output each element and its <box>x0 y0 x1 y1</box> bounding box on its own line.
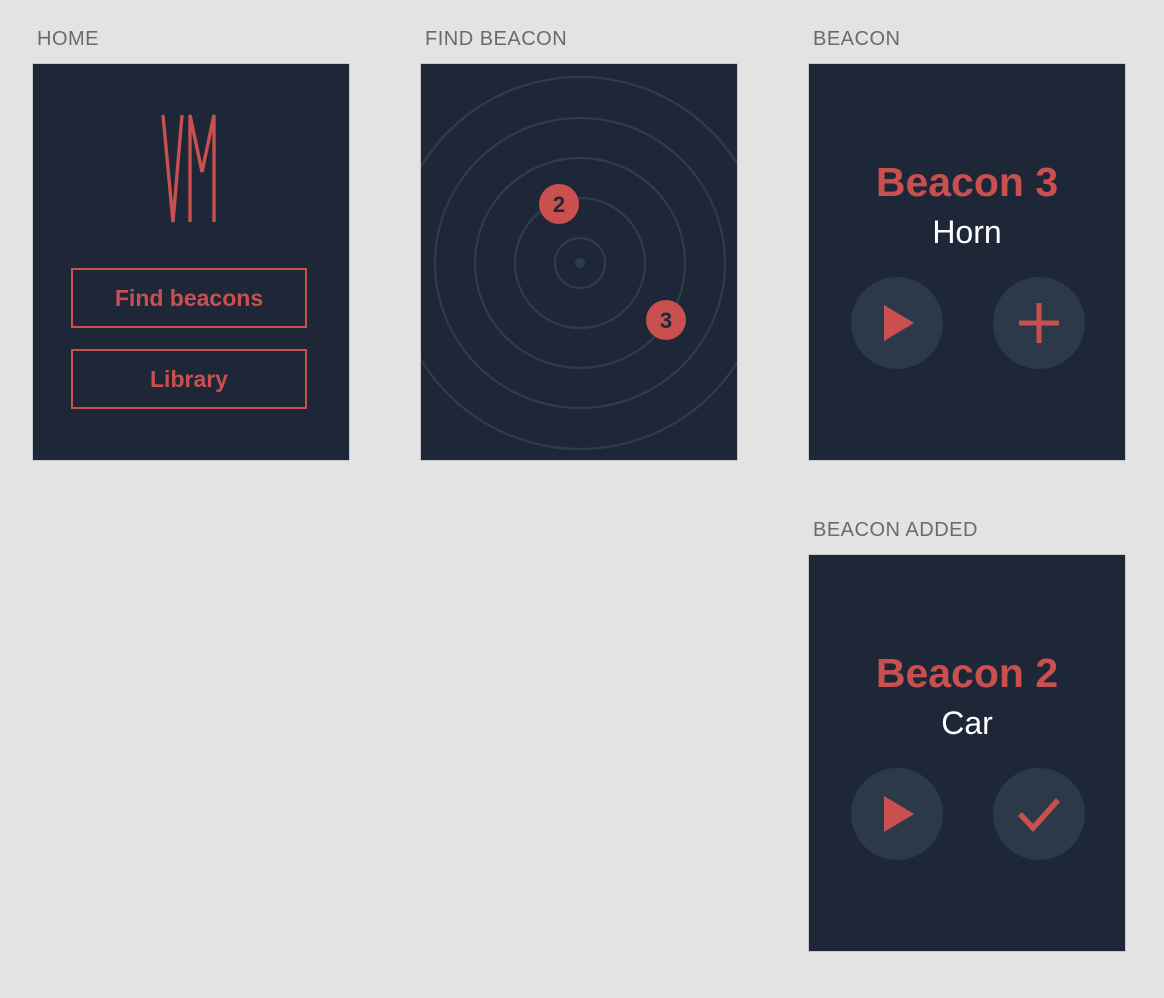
play-icon <box>884 305 914 341</box>
beacon-marker-3-number: 3 <box>660 308 672 333</box>
home-screen: Find beacons Library <box>32 63 350 461</box>
play-button[interactable] <box>851 768 943 860</box>
find-beacon-screen: 2 3 <box>420 63 738 461</box>
home-artboard-label: HOME <box>37 28 99 50</box>
add-beacon-button[interactable] <box>993 277 1085 369</box>
beacon-artboard-label: BEACON <box>813 28 901 50</box>
checkmark-icon <box>1017 798 1061 833</box>
beacon-added-title: Beacon 2 <box>875 650 1059 696</box>
beacon-added-subtitle: Car <box>941 705 993 741</box>
vm-logo <box>161 114 216 223</box>
beacon-added-artboard-label: BEACON ADDED <box>813 519 978 541</box>
play-button[interactable] <box>851 277 943 369</box>
beacon-marker-3[interactable]: 3 <box>646 300 686 340</box>
radar-view: 2 3 <box>421 75 737 451</box>
beacon-added-screen: Beacon 2 Car <box>808 554 1126 952</box>
find-beacons-button[interactable]: Find beacons <box>71 268 307 328</box>
beacon-screen: Beacon 3 Horn <box>808 63 1126 461</box>
beacon-subtitle: Horn <box>932 214 1002 250</box>
plus-icon <box>1019 303 1059 343</box>
radar-center-dot <box>575 258 585 268</box>
beacon-marker-2-number: 2 <box>553 192 565 217</box>
beacon-title: Beacon 3 <box>875 159 1059 205</box>
beacon-added-check-button[interactable] <box>993 768 1085 860</box>
library-button[interactable]: Library <box>71 349 307 409</box>
play-icon <box>884 796 914 832</box>
find-beacon-artboard-label: FIND BEACON <box>425 28 568 50</box>
beacon-marker-2[interactable]: 2 <box>539 184 579 224</box>
